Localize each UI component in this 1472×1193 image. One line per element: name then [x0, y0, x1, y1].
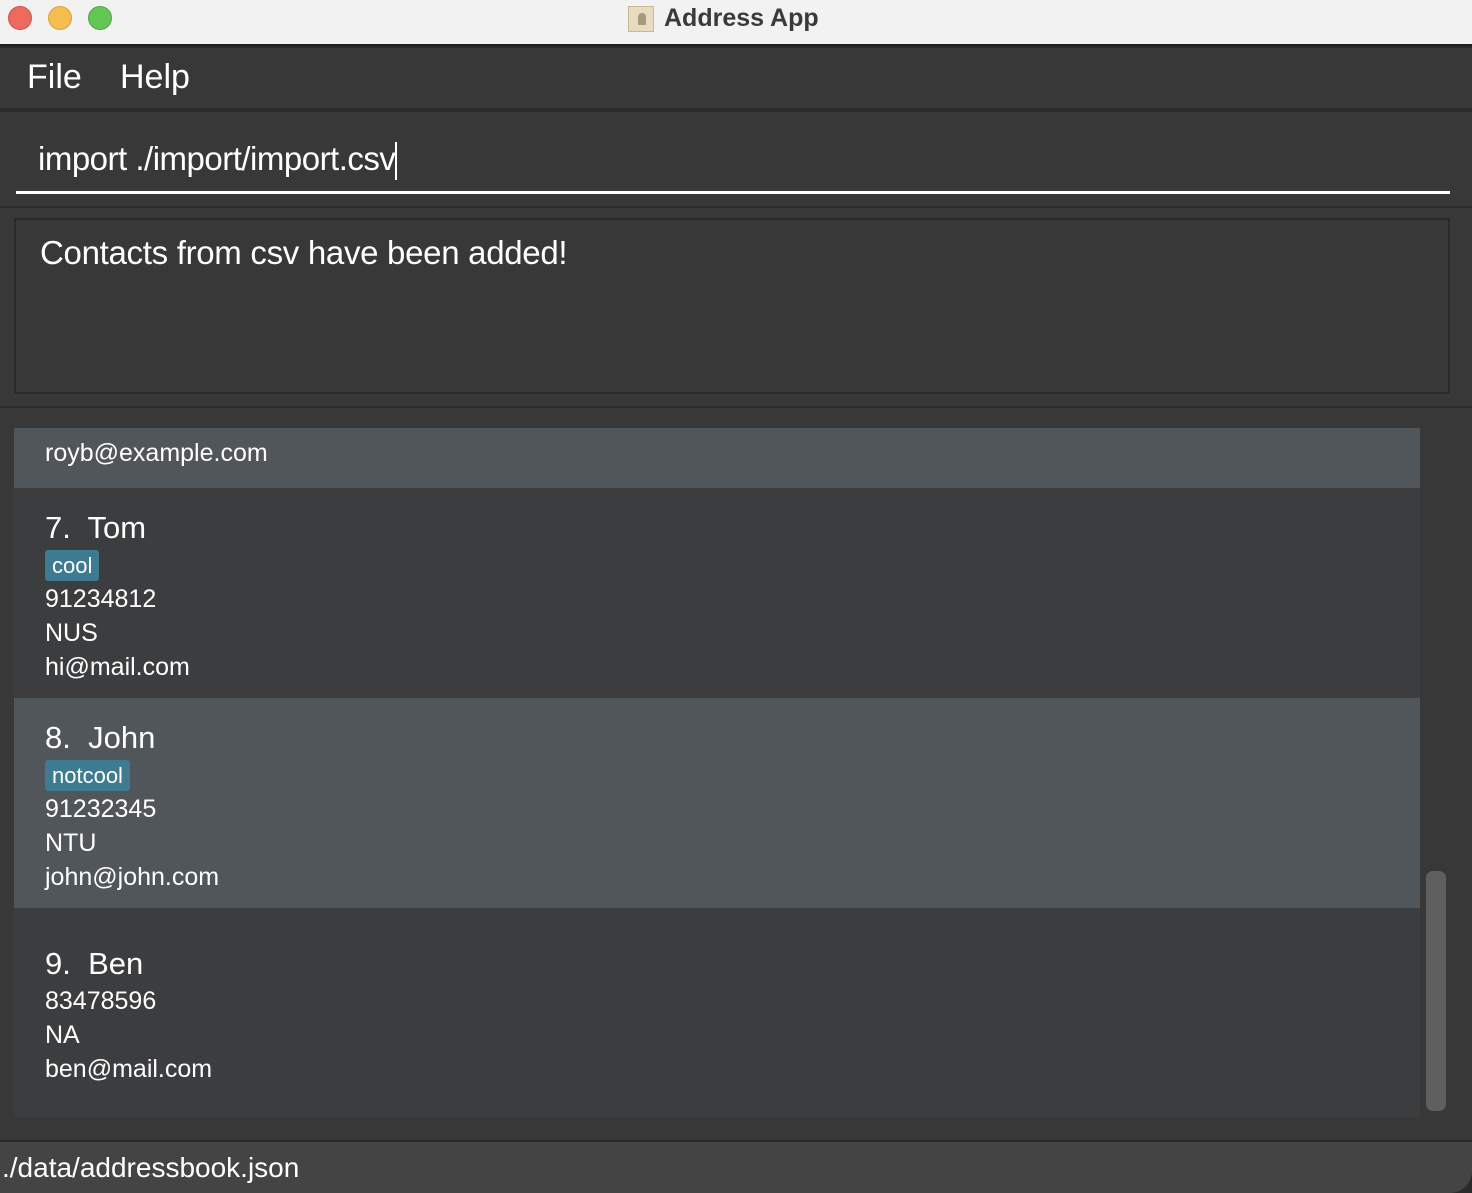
contact-phone: 91232345: [45, 795, 157, 823]
contact-address: NA: [45, 1021, 80, 1049]
window-title: Address App: [628, 4, 819, 33]
command-text: import ./import/import.csv: [38, 140, 396, 177]
result-pane: Contacts from csv have been added!: [0, 208, 1472, 406]
contact-email: ben@mail.com: [45, 1055, 213, 1083]
save-location: ./data/addressbook.json: [2, 1152, 300, 1183]
menu-bar: File Help: [0, 48, 1472, 110]
person-list-pane: royb@example.com 7. Tom cool 91234812 NU…: [0, 408, 1472, 1140]
contact-email: royb@example.com: [45, 439, 268, 467]
maximize-window-button[interactable]: [88, 6, 112, 30]
result-message: Contacts from csv have been added!: [40, 234, 568, 271]
contact-email: john@john.com: [45, 863, 220, 891]
tag-badge: cool: [45, 550, 100, 581]
status-bar: ./data/addressbook.json: [0, 1140, 1472, 1193]
person-card[interactable]: 9. Ben 83478596 NA ben@mail.com: [14, 908, 1420, 1118]
contact-address: NTU: [45, 829, 97, 857]
contact-email: hi@mail.com: [45, 653, 190, 681]
contact-address: NUS: [45, 619, 98, 647]
person-card[interactable]: 7. Tom cool 91234812 NUS hi@mail.com: [14, 488, 1420, 698]
contact-phone: 83478596: [45, 987, 157, 1015]
window-title-text: Address App: [664, 4, 819, 32]
contact-name: 7. Tom: [45, 510, 147, 545]
text-caret: [395, 142, 398, 181]
menu-file[interactable]: File: [27, 58, 82, 97]
result-display: Contacts from csv have been added!: [14, 218, 1450, 394]
person-card[interactable]: royb@example.com: [14, 428, 1420, 488]
command-pane: import ./import/import.csv: [0, 112, 1472, 206]
contact-name: 8. John: [45, 720, 156, 755]
minimize-window-button[interactable]: [48, 6, 72, 30]
person-card[interactable]: 8. John notcool 91232345 NTU john@john.c…: [14, 698, 1420, 908]
list-scrollbar[interactable]: [1426, 871, 1446, 1111]
tag-badge: notcool: [45, 760, 130, 791]
address-book-icon: [628, 5, 654, 32]
title-bar: Address App: [0, 0, 1472, 46]
contact-phone: 91234812: [45, 585, 157, 613]
command-input[interactable]: import ./import/import.csv: [16, 134, 1450, 194]
close-window-button[interactable]: [8, 6, 32, 30]
menu-help[interactable]: Help: [120, 58, 190, 97]
contact-name: 9. Ben: [45, 946, 144, 981]
person-list[interactable]: royb@example.com 7. Tom cool 91234812 NU…: [14, 428, 1420, 1118]
